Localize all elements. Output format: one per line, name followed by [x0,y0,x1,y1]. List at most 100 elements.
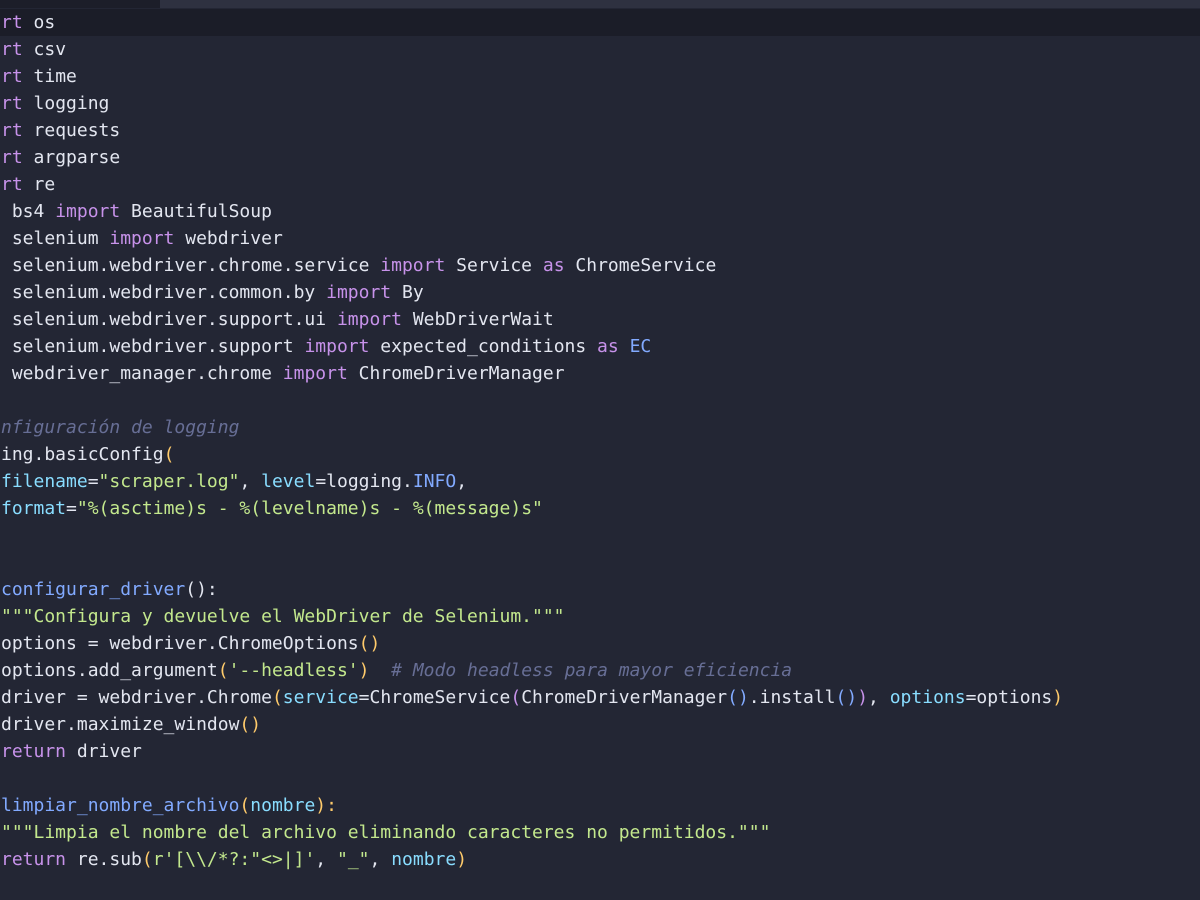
code-token: return [1,849,67,870]
code-token: =ChromeService [358,687,511,708]
code-line[interactable]: driver = webdriver.Chrome(service=Chrome… [0,684,1200,711]
code-line[interactable]: selenium import webdriver [0,225,1200,252]
code-line[interactable] [0,549,1200,576]
code-line[interactable]: selenium.webdriver.chrome.service import… [0,252,1200,279]
code-line[interactable]: rt logging [0,90,1200,117]
code-token: ChromeService [564,255,717,276]
code-token: options [889,687,966,708]
code-token: selenium [1,228,110,249]
code-line[interactable]: rt time [0,63,1200,90]
code-line[interactable]: return re.sub(r'[\\/*?:"<>|]', "_", nomb… [0,846,1200,873]
code-line[interactable]: options = webdriver.ChromeOptions() [0,630,1200,657]
code-line[interactable] [0,387,1200,414]
code-line[interactable]: options.add_argument('--headless') # Mod… [0,657,1200,684]
code-editor[interactable]: rt os rt csv rt time rt logging rt requests r… [0,0,1200,900]
code-token: ( [217,660,229,681]
code-line[interactable]: selenium.webdriver.common.by import By [0,279,1200,306]
code-token: re [22,174,56,195]
code-token: () [835,687,858,708]
code-token: ) [1052,687,1064,708]
code-token: csv [22,39,67,60]
code-token: = [66,498,77,519]
code-token: options = webdriver.ChromeOptions [1,633,359,654]
code-line[interactable]: """Limpia el nombre del archivo eliminan… [0,819,1200,846]
code-token: ): [315,795,337,816]
code-token: selenium.webdriver.common.by [1,282,327,303]
code-token: """Configura y devuelve el WebDriver de … [1,606,565,627]
code-line[interactable]: rt os [0,9,1200,36]
code-token: nfiguración de logging [1,417,240,438]
code-token: limpiar_nombre_archivo [1,795,240,816]
code-line[interactable]: webdriver_manager.chrome import ChromeDr… [0,360,1200,387]
code-line[interactable] [0,765,1200,792]
code-token: os [22,12,56,33]
code-token: import [380,255,446,276]
code-token: "scraper.log" [98,471,240,492]
code-line[interactable]: rt argparse [0,144,1200,171]
code-token: selenium.webdriver.support.ui [1,309,337,330]
code-token: = [87,471,99,492]
code-token: import [55,201,121,222]
code-token: r'[\\/*?:"<>|]' [152,849,316,870]
code-token: service [282,687,359,708]
code-token: selenium.webdriver.support [1,336,305,357]
code-token: ) [456,849,468,870]
code-line[interactable]: limpiar_nombre_archivo(nombre): [0,792,1200,819]
code-token: rt [1,66,23,87]
code-token: filename [1,471,88,492]
code-token: # Modo headless para mayor eficiencia [391,660,793,681]
code-token: (): [185,579,218,600]
horizontal-scrollbar[interactable] [160,0,1200,8]
code-token: re.sub [66,849,142,870]
code-line[interactable]: bs4 import BeautifulSoup [0,198,1200,225]
code-line[interactable]: filename="scraper.log", level=logging.IN… [0,468,1200,495]
code-line[interactable]: selenium.webdriver.support.ui import Web… [0,306,1200,333]
code-line[interactable]: rt requests [0,117,1200,144]
code-token: ( [271,687,283,708]
code-token: options.add_argument [1,660,218,681]
code-line[interactable]: configurar_driver(): [0,576,1200,603]
code-token: import [304,336,370,357]
code-token: ing.basicConfig [1,444,164,465]
code-token: rt [1,12,23,33]
code-token: ( [163,444,175,465]
code-token: EC [618,336,652,357]
code-token: rt [1,174,23,195]
code-token: import [109,228,175,249]
code-token: INFO [412,471,457,492]
code-token: , [456,471,468,492]
code-line[interactable]: format="%(asctime)s - %(levelname)s - %(… [0,495,1200,522]
code-line[interactable]: rt re [0,171,1200,198]
code-token: configurar_driver [1,579,186,600]
code-token: expected_conditions [369,336,598,357]
code-token: rt [1,93,23,114]
code-token: , [315,849,337,870]
code-token: rt [1,39,23,60]
code-line[interactable]: selenium.webdriver.support import expect… [0,333,1200,360]
code-token: import [326,282,392,303]
code-area[interactable]: rt os rt csv rt time rt logging rt requests r… [0,9,1200,873]
code-token: time [22,66,77,87]
code-token: nombre [250,795,316,816]
code-token: webdriver [174,228,283,249]
code-token: rt [1,147,23,168]
code-token: () [727,687,749,708]
code-token: .install [748,687,836,708]
code-line[interactable]: return driver [0,738,1200,765]
code-token: logging. [326,471,413,492]
code-line[interactable]: driver.maximize_window() [0,711,1200,738]
code-token: ( [239,795,251,816]
code-token: import [282,363,348,384]
code-line[interactable] [0,522,1200,549]
code-line[interactable]: nfiguración de logging [0,414,1200,441]
code-token: import [336,309,402,330]
code-token: as [542,255,565,276]
code-line[interactable]: ing.basicConfig( [0,441,1200,468]
code-line[interactable]: rt csv [0,36,1200,63]
code-token: , [868,687,890,708]
code-token: format [1,498,67,519]
code-token: argparse [22,147,121,168]
code-line[interactable]: """Configura y devuelve el WebDriver de … [0,603,1200,630]
code-token: driver.maximize_window [1,714,240,735]
